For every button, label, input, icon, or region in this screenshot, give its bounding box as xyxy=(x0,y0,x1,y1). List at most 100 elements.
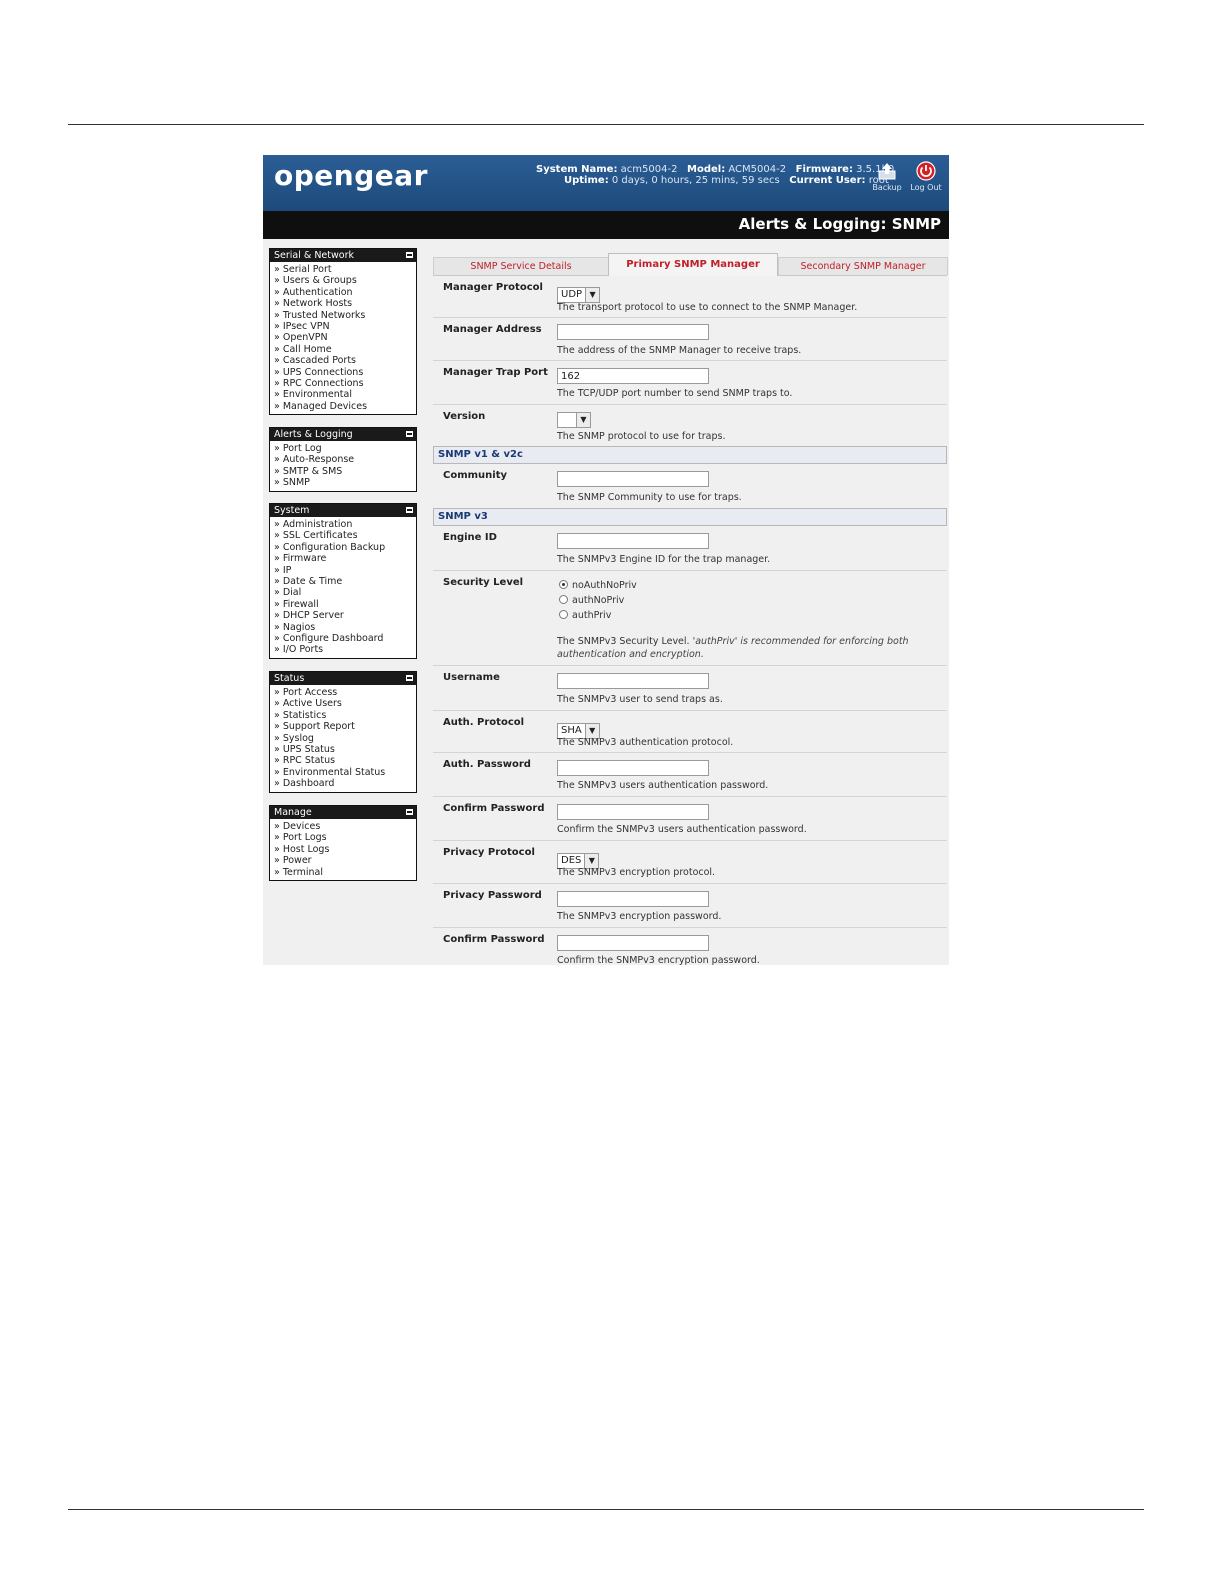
username-input[interactable] xyxy=(557,673,709,689)
tab-primary-snmp-manager[interactable]: Primary SNMP Manager xyxy=(608,253,778,276)
auth-password-input[interactable] xyxy=(557,760,709,776)
sidebar-item-port-logs[interactable]: Port Logs xyxy=(274,832,416,843)
row-confirm-privacy-password: Confirm Password Confirm the SNMPv3 encr… xyxy=(433,928,947,965)
privacy-password-input[interactable] xyxy=(557,891,709,907)
field-label: Confirm Password xyxy=(443,803,545,814)
sidebar-item-terminal[interactable]: Terminal xyxy=(274,867,416,878)
sidebar-item-trusted-networks[interactable]: Trusted Networks xyxy=(274,310,416,321)
sidebar-item-nagios[interactable]: Nagios xyxy=(274,622,416,633)
field-label: Manager Trap Port xyxy=(443,367,548,378)
field-help: The SNMPv3 encryption protocol. xyxy=(557,867,716,878)
confirm-privacy-password-input[interactable] xyxy=(557,935,709,951)
sidebar-item-host-logs[interactable]: Host Logs xyxy=(274,844,416,855)
sidebar-item-openvpn[interactable]: OpenVPN xyxy=(274,332,416,343)
sidebar-item-port-log[interactable]: Port Log xyxy=(274,443,416,454)
sidebar-item-dhcp-server[interactable]: DHCP Server xyxy=(274,610,416,621)
field-label: Security Level xyxy=(443,577,524,588)
radio-empty-icon xyxy=(559,595,568,604)
field-help: The transport protocol to use to connect… xyxy=(557,302,858,313)
version-select[interactable]: ▼ xyxy=(557,412,591,428)
sidebar-item-port-access[interactable]: Port Access xyxy=(274,687,416,698)
nav-box-header: Manage xyxy=(270,806,416,819)
sidebar-item-statistics[interactable]: Statistics xyxy=(274,710,416,721)
nav-box-header: System xyxy=(270,504,416,517)
radio-empty-icon xyxy=(559,610,568,619)
nav-list: Port AccessActive UsersStatisticsSupport… xyxy=(270,685,416,792)
sidebar-item-date-time[interactable]: Date & Time xyxy=(274,576,416,587)
sidebar-item-network-hosts[interactable]: Network Hosts xyxy=(274,298,416,309)
sidebar-item-cascaded-ports[interactable]: Cascaded Ports xyxy=(274,355,416,366)
sidebar-item-firmware[interactable]: Firmware xyxy=(274,553,416,564)
sidebar-item-administration[interactable]: Administration xyxy=(274,519,416,530)
sidebar-item-power[interactable]: Power xyxy=(274,855,416,866)
sidebar-item-users-groups[interactable]: Users & Groups xyxy=(274,275,416,286)
sidebar-item-i-o-ports[interactable]: I/O Ports xyxy=(274,644,416,655)
sidebar-item-support-report[interactable]: Support Report xyxy=(274,721,416,732)
tab-snmp-service-details[interactable]: SNMP Service Details xyxy=(433,257,609,275)
backup-button[interactable]: Backup xyxy=(870,161,904,192)
manager-trap-port-input[interactable]: 162 xyxy=(557,368,709,384)
confirm-auth-password-input[interactable] xyxy=(557,804,709,820)
sidebar-item-environmental[interactable]: Environmental xyxy=(274,389,416,400)
sidebar-item-authentication[interactable]: Authentication xyxy=(274,287,416,298)
sidebar-item-rpc-status[interactable]: RPC Status xyxy=(274,755,416,766)
system-info-line-2: Uptime: 0 days, 0 hours, 25 mins, 59 sec… xyxy=(564,175,889,186)
section-header-snmp-v1-v2c: SNMP v1 & v2c xyxy=(433,446,947,464)
sidebar-item-firewall[interactable]: Firewall xyxy=(274,599,416,610)
sidebar-item-active-users[interactable]: Active Users xyxy=(274,698,416,709)
sidebar-item-dashboard[interactable]: Dashboard xyxy=(274,778,416,789)
logout-button[interactable]: Log Out xyxy=(909,161,943,192)
sidebar-item-auto-response[interactable]: Auto-Response xyxy=(274,454,416,465)
row-auth-protocol: Auth. Protocol SHA ▼ The SNMPv3 authentic… xyxy=(433,711,947,753)
sidebar-item-ip[interactable]: IP xyxy=(274,565,416,576)
row-privacy-protocol: Privacy Protocol DES ▼ The SNMPv3 encrypt… xyxy=(433,841,947,884)
field-help: The TCP/UDP port number to send SNMP tra… xyxy=(557,388,793,399)
field-help: The SNMP protocol to use for traps. xyxy=(557,431,726,442)
sidebar-item-ssl-certificates[interactable]: SSL Certificates xyxy=(274,530,416,541)
sidebar-item-syslog[interactable]: Syslog xyxy=(274,733,416,744)
field-label: Version xyxy=(443,411,486,422)
sidebar-item-managed-devices[interactable]: Managed Devices xyxy=(274,401,416,412)
sidebar-item-environmental-status[interactable]: Environmental Status xyxy=(274,767,416,778)
sidebar-item-devices[interactable]: Devices xyxy=(274,821,416,832)
field-label: Auth. Password xyxy=(443,759,531,770)
radio-authnopriv[interactable]: authNoPriv xyxy=(559,593,637,608)
collapse-icon[interactable] xyxy=(406,507,413,513)
sidebar-item-ups-connections[interactable]: UPS Connections xyxy=(274,367,416,378)
sidebar-item-ups-status[interactable]: UPS Status xyxy=(274,744,416,755)
sidebar-item-serial-port[interactable]: Serial Port xyxy=(274,264,416,275)
collapse-icon[interactable] xyxy=(406,675,413,681)
community-input[interactable] xyxy=(557,471,709,487)
system-info-line-1: System Name: acm5004-2 Model: ACM5004-2 … xyxy=(536,164,895,175)
sidebar-item-configure-dashboard[interactable]: Configure Dashboard xyxy=(274,633,416,644)
radio-authpriv[interactable]: authPriv xyxy=(559,608,637,623)
sidebar-item-ipsec-vpn[interactable]: IPsec VPN xyxy=(274,321,416,332)
row-engine-id: Engine ID The SNMPv3 Engine ID for the t… xyxy=(433,526,947,571)
nav-box-serial-network: Serial & Network Serial PortUsers & Grou… xyxy=(269,248,417,416)
collapse-icon[interactable] xyxy=(406,252,413,258)
radio-noauthnopriv[interactable]: noAuthNoPriv xyxy=(559,578,637,593)
field-label: Confirm Password xyxy=(443,934,545,945)
field-help: Confirm the SNMPv3 users authentication … xyxy=(557,824,807,835)
manager-address-input[interactable] xyxy=(557,324,709,340)
field-help: The SNMPv3 users authentication password… xyxy=(557,780,769,791)
sidebar-item-call-home[interactable]: Call Home xyxy=(274,344,416,355)
sidebar-item-configuration-backup[interactable]: Configuration Backup xyxy=(274,542,416,553)
collapse-icon[interactable] xyxy=(406,809,413,815)
uptime-value: 0 days, 0 hours, 25 mins, 59 secs xyxy=(611,175,780,186)
row-auth-password: Auth. Password The SNMPv3 users authenti… xyxy=(433,753,947,797)
page-title: Alerts & Logging: SNMP xyxy=(738,215,941,233)
nav-box-status: Status Port AccessActive UsersStatistics… xyxy=(269,671,417,793)
tab-secondary-snmp-manager[interactable]: Secondary SNMP Manager xyxy=(778,257,948,275)
sidebar-item-smtp-sms[interactable]: SMTP & SMS xyxy=(274,466,416,477)
nav-box-alerts-logging: Alerts & Logging Port LogAuto-ResponseSM… xyxy=(269,427,417,492)
sidebar-item-rpc-connections[interactable]: RPC Connections xyxy=(274,378,416,389)
engine-id-input[interactable] xyxy=(557,533,709,549)
sidebar-item-dial[interactable]: Dial xyxy=(274,587,416,598)
radio-selected-icon xyxy=(559,580,568,589)
sidebar-item-snmp[interactable]: SNMP xyxy=(274,477,416,488)
collapse-icon[interactable] xyxy=(406,431,413,437)
tab-bar: SNMP Service Details Primary SNMP Manage… xyxy=(433,253,948,276)
field-help: The address of the SNMP Manager to recei… xyxy=(557,345,802,356)
app-header: opengear System Name: acm5004-2 Model: A… xyxy=(263,155,949,211)
